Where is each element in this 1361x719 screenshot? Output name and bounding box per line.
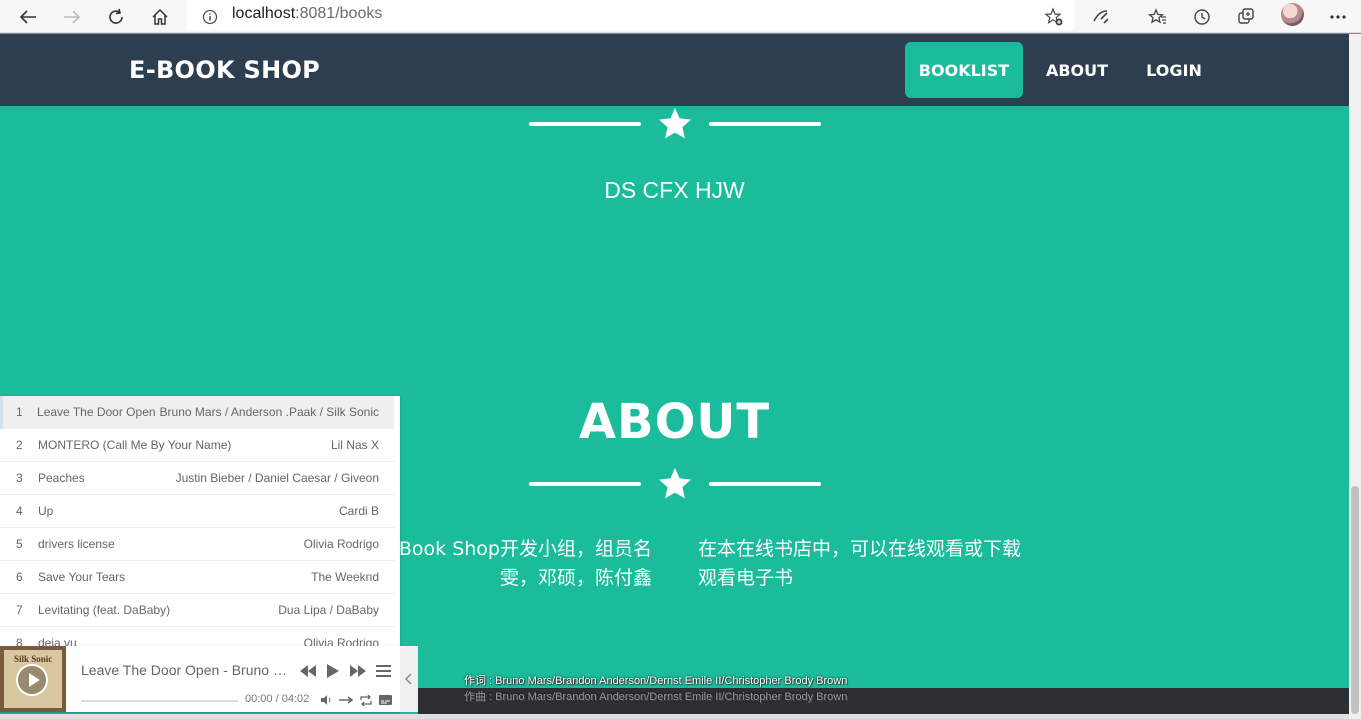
track-title: Peaches xyxy=(38,471,85,485)
about-text-right: 在本在线书店中，可以在线观看或下载观看电子书 xyxy=(698,538,1022,589)
volume-icon[interactable] xyxy=(320,694,332,706)
lyrics-icon[interactable] xyxy=(378,694,392,706)
track-number: 2 xyxy=(16,438,23,452)
browser-toolbar: localhost:8081/books xyxy=(0,0,1361,33)
lyric-line: 作词 : Bruno Mars/Brandon Anderson/Dernst … xyxy=(464,675,848,687)
collapse-player-icon[interactable] xyxy=(400,646,418,712)
playlist-item[interactable]: 6 Save Your Tears The Weeknd xyxy=(0,561,394,594)
track-artist: Bruno Mars / Anderson .Paak / Silk Sonic xyxy=(159,405,379,419)
track-number: 1 xyxy=(16,405,23,419)
extension-icon[interactable] xyxy=(1088,4,1114,30)
horizontal-scrollbar[interactable] xyxy=(0,714,1349,719)
nav-about[interactable]: ABOUT xyxy=(1037,42,1117,98)
track-title: Leave The Door Open xyxy=(37,405,156,419)
track-artist: The Weeknd xyxy=(311,570,379,584)
scrollbar-thumb[interactable] xyxy=(1351,486,1359,714)
track-title: Levitating (feat. DaBaby) xyxy=(38,603,171,617)
album-cover[interactable]: Silk Sonic xyxy=(0,646,66,712)
url-text[interactable]: localhost:8081/books xyxy=(232,5,382,23)
nav-booklist[interactable]: BOOKLIST xyxy=(905,42,1023,98)
track-number: 4 xyxy=(16,504,23,518)
playlist-item[interactable]: 8 deja vu Olivia Rodrigo xyxy=(0,627,394,646)
brand-logo[interactable]: E-BOOK SHOP xyxy=(129,56,320,84)
favorites-icon[interactable] xyxy=(1145,4,1171,30)
forward-icon[interactable] xyxy=(59,4,85,30)
playlist-item[interactable]: 5 drivers license Olivia Rodrigo xyxy=(0,528,394,561)
track-title: MONTERO (Call Me By Your Name) xyxy=(38,438,232,452)
order-icon[interactable] xyxy=(338,694,354,706)
track-artist: Cardi B xyxy=(338,504,379,518)
track-number: 8 xyxy=(16,636,23,646)
profile-avatar[interactable] xyxy=(1281,3,1304,26)
now-playing-title: Leave The Door Open - Bruno Mars / Ander… xyxy=(81,662,294,678)
about-star-icon xyxy=(657,466,693,502)
refresh-icon[interactable] xyxy=(103,4,129,30)
playlist-item[interactable]: 2 MONTERO (Call Me By Your Name) Lil Nas… xyxy=(0,429,394,462)
site-info-icon[interactable] xyxy=(197,4,223,30)
about-divider-line-left xyxy=(529,482,641,486)
divider-line-right xyxy=(709,122,821,126)
track-artist: Olivia Rodrigo xyxy=(303,636,379,646)
playlist-item[interactable]: 7 Levitating (feat. DaBaby) Dua Lipa / D… xyxy=(0,594,394,627)
vertical-scrollbar[interactable] xyxy=(1349,34,1361,719)
track-artist: Dua Lipa / DaBaby xyxy=(278,603,379,617)
album-cover-text: Silk Sonic xyxy=(14,654,53,664)
back-icon[interactable] xyxy=(15,4,41,30)
page: localhost:8081/books E-BOOK SHOP BOOKLIS… xyxy=(0,0,1361,719)
track-number: 6 xyxy=(16,570,23,584)
about-divider-line-right xyxy=(709,482,821,486)
favorite-add-icon[interactable] xyxy=(1041,4,1067,30)
menu-icon[interactable] xyxy=(375,664,391,678)
playlist-item[interactable]: 4 Up Cardi B xyxy=(0,495,394,528)
loop-icon[interactable] xyxy=(359,694,373,706)
track-number: 5 xyxy=(16,537,23,551)
time-display: 00:00 / 04:02 xyxy=(245,693,310,705)
divider-line-left xyxy=(529,122,641,126)
track-artist: Olivia Rodrigo xyxy=(303,537,379,551)
progress-bar[interactable] xyxy=(81,700,238,702)
previous-icon[interactable] xyxy=(299,664,317,678)
more-menu-icon[interactable] xyxy=(1325,4,1351,30)
playlist-item[interactable]: 1 Leave The Door Open Bruno Mars / Ander… xyxy=(0,396,394,429)
play-icon[interactable] xyxy=(16,664,48,696)
star-icon xyxy=(657,106,693,142)
site-navbar: E-BOOK SHOP BOOKLIST ABOUT LOGIN xyxy=(0,34,1349,106)
nav-login[interactable]: LOGIN xyxy=(1137,42,1211,98)
home-icon[interactable] xyxy=(147,4,173,30)
track-number: 7 xyxy=(16,603,23,617)
next-icon[interactable] xyxy=(349,664,367,678)
history-icon[interactable] xyxy=(1189,4,1215,30)
play-button-icon[interactable] xyxy=(325,664,341,678)
track-title: Save Your Tears xyxy=(38,570,126,584)
track-title: deja vu xyxy=(38,636,77,646)
team-initials: DS CFX HJW xyxy=(604,177,745,203)
music-playlist: 1 Leave The Door Open Bruno Mars / Ander… xyxy=(0,396,400,646)
collections-icon[interactable] xyxy=(1233,4,1259,30)
track-artist: Lil Nas X xyxy=(330,438,379,452)
lyric-line-next: 作曲 : Bruno Mars/Brandon Anderson/Dernst … xyxy=(464,691,848,703)
track-title: drivers license xyxy=(38,537,115,551)
playlist-item[interactable]: 3 Peaches Justin Bieber / Daniel Caesar … xyxy=(0,462,394,495)
track-number: 3 xyxy=(16,471,23,485)
track-artist: Justin Bieber / Daniel Caesar / Giveon xyxy=(175,471,379,485)
track-title: Up xyxy=(38,504,54,518)
music-player: Silk Sonic Leave The Door Open - Bruno M… xyxy=(0,646,400,712)
